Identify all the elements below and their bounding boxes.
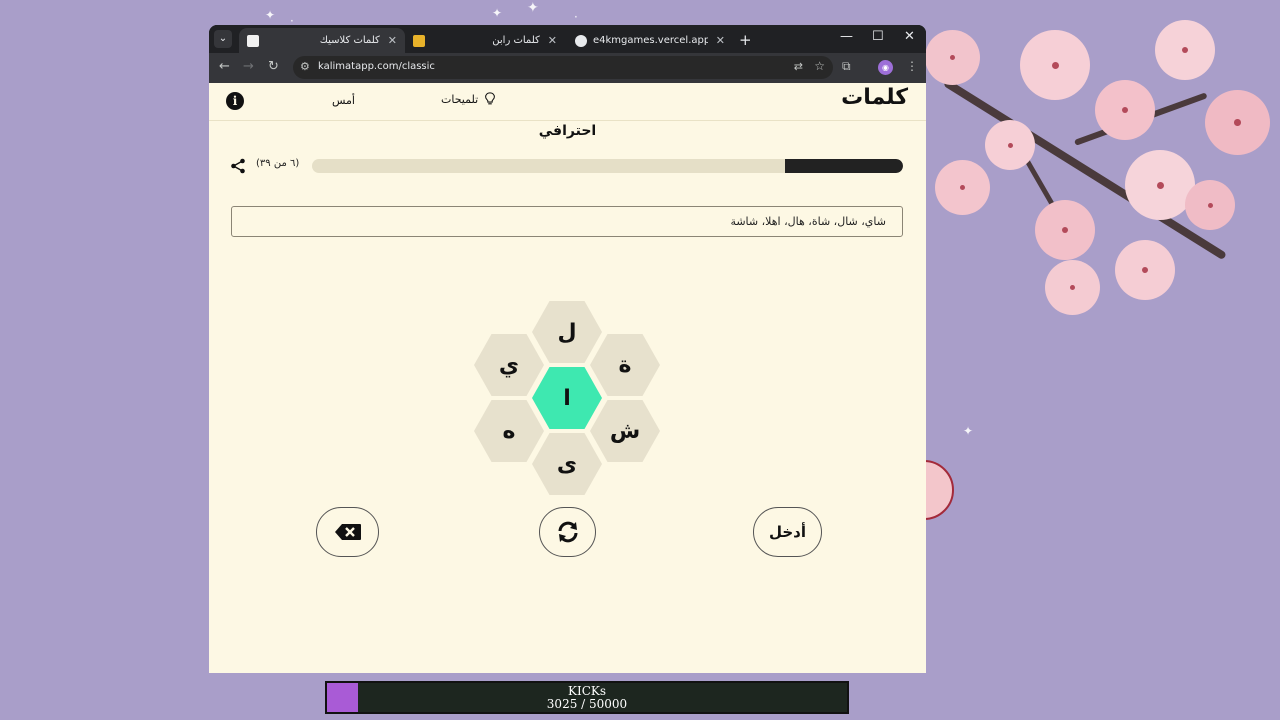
tab-e4kmgames[interactable]: e4kmgames.vercel.app/games/ ✕: [567, 28, 733, 53]
favicon-icon: [413, 34, 425, 47]
kicks-label: KICKs 3025 / 50000: [327, 685, 847, 711]
page-content: i أمس تلميحات كلمات احترافي (٦ من ٣٩) شا…: [209, 83, 926, 673]
letter-hex-bottom[interactable]: ى: [532, 433, 602, 495]
menu-icon[interactable]: ⋮: [906, 59, 918, 73]
backspace-icon: [334, 524, 361, 540]
profile-avatar[interactable]: ◉: [878, 60, 893, 75]
sparkle-decoration: ✦: [527, 0, 539, 16]
lightbulb-icon: [485, 92, 496, 105]
letter-hex-center[interactable]: ا: [532, 367, 602, 429]
share-icon[interactable]: [230, 158, 246, 174]
site-info-icon[interactable]: ⚙: [300, 60, 310, 73]
letter-hex-top-left[interactable]: ي: [474, 334, 544, 396]
yesterday-link[interactable]: أمس: [332, 94, 355, 107]
globe-icon: [575, 34, 587, 47]
hints-link[interactable]: تلميحات: [441, 92, 496, 106]
close-tab-icon[interactable]: ✕: [548, 34, 557, 47]
tab-search-button[interactable]: ⌄: [214, 30, 232, 48]
found-count: (٦ من ٣٩): [256, 158, 300, 169]
kicks-count: 3025 / 50000: [546, 697, 628, 711]
sparkle-decoration: ·: [574, 10, 578, 24]
level-title: احترافي: [538, 123, 597, 139]
new-tab-button[interactable]: +: [739, 31, 752, 49]
info-icon[interactable]: i: [226, 92, 244, 110]
kicks-progress-bar: KICKs 3025 / 50000: [325, 681, 849, 714]
minimize-icon[interactable]: —: [840, 29, 853, 44]
reload-icon[interactable]: ↻: [268, 59, 279, 74]
found-words-list: شاي، شال، شاة، هال، اهلا، شاشة: [730, 215, 886, 228]
delete-button[interactable]: [316, 507, 379, 557]
forward-icon[interactable]: →: [243, 59, 254, 74]
address-bar[interactable]: ⚙ kalimatapp.com/classic ⇄ ☆: [293, 56, 833, 79]
tab-kalimat-classic[interactable]: كلمات كلاسيك ✕: [239, 28, 405, 53]
close-window-icon[interactable]: ✕: [904, 29, 915, 44]
letter-hex-bottom-right[interactable]: ش: [590, 400, 660, 462]
score-progress-bar: [312, 159, 903, 173]
close-tab-icon[interactable]: ✕: [388, 34, 397, 47]
found-words-box[interactable]: شاي، شال، شاة، هال، اهلا، شاشة: [231, 206, 903, 237]
shuffle-refresh-icon: [558, 521, 577, 543]
favicon-icon: [247, 34, 259, 47]
hints-label: تلميحات: [441, 92, 479, 106]
tab-kalimat-rabin[interactable]: كلمات رابن ✕: [405, 28, 565, 53]
translate-icon[interactable]: ⇄: [794, 60, 803, 73]
bookmark-star-icon[interactable]: ☆: [814, 59, 825, 73]
cherry-blossom-decoration: [925, 0, 1280, 720]
letter-hex-bottom-left[interactable]: ه: [474, 400, 544, 462]
maximize-icon[interactable]: ☐: [872, 29, 884, 44]
enter-button[interactable]: أدخل: [753, 507, 822, 557]
letter-hex-top[interactable]: ل: [532, 301, 602, 363]
tab-bar: ⌄ كلمات كلاسيك ✕ كلمات رابن ✕ e4kmgames.…: [209, 25, 926, 53]
extensions-icon[interactable]: ⧉: [842, 59, 851, 74]
score-progress-fill: [784, 159, 903, 173]
letter-hex-top-right[interactable]: ة: [590, 334, 660, 396]
site-header: i أمس تلميحات كلمات: [209, 83, 926, 121]
site-logo[interactable]: كلمات: [841, 85, 908, 110]
close-tab-icon[interactable]: ✕: [716, 34, 725, 47]
sparkle-decoration: ✦: [492, 6, 503, 20]
browser-toolbar: ← → ↻ ⚙ kalimatapp.com/classic ⇄ ☆ ⧉ ◉ ⋮: [209, 53, 926, 83]
browser-window: ⌄ كلمات كلاسيك ✕ كلمات رابن ✕ e4kmgames.…: [209, 25, 926, 673]
sparkle-decoration: ✦: [265, 8, 276, 22]
shuffle-button[interactable]: [539, 507, 596, 557]
back-icon[interactable]: ←: [219, 59, 230, 74]
